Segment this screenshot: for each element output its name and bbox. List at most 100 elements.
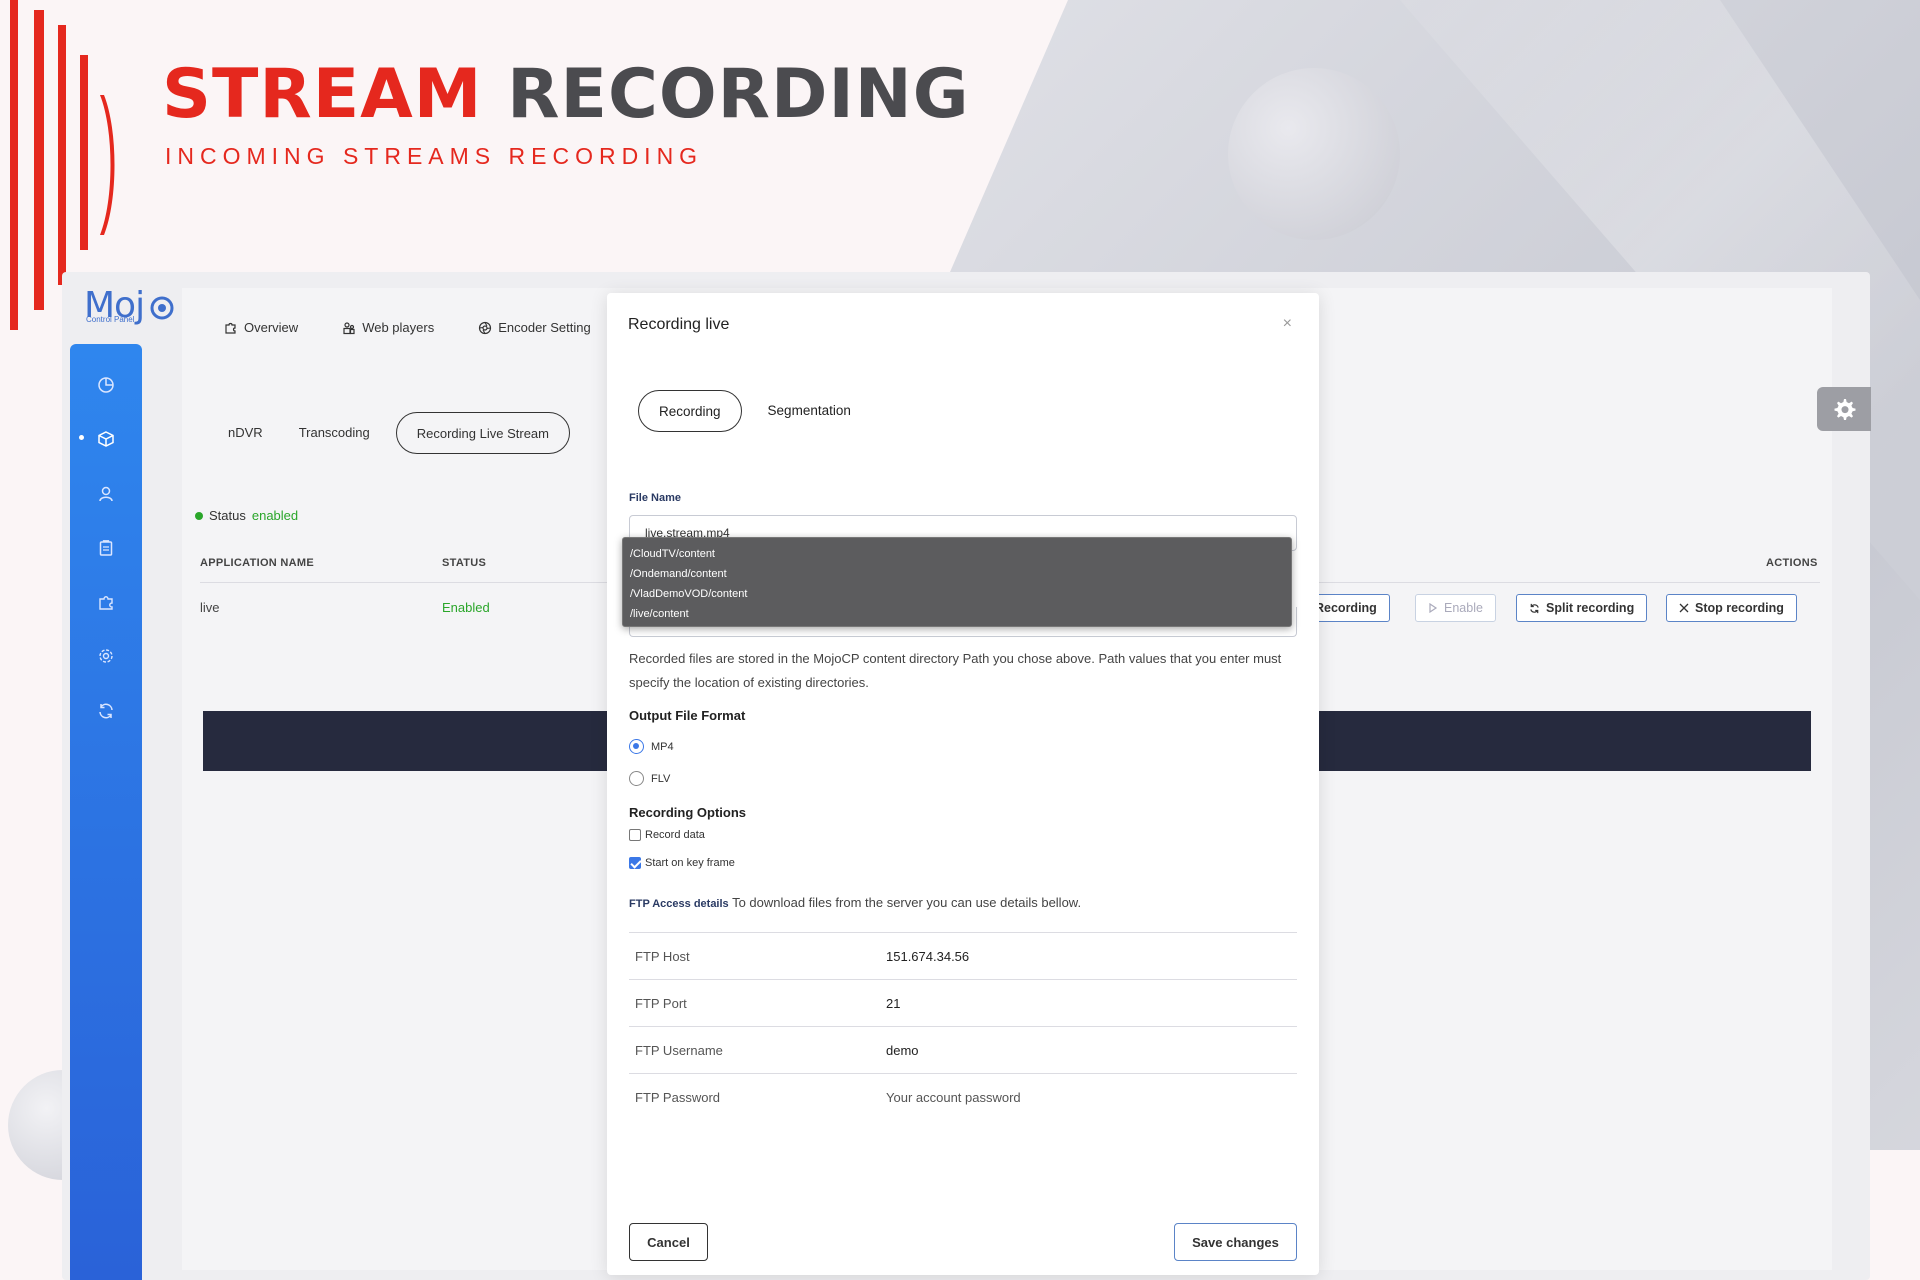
- table-row: FTP Port 21: [629, 979, 1297, 1026]
- tab-segmentation[interactable]: Segmentation: [746, 390, 873, 432]
- ftp-key: FTP Port: [635, 995, 687, 1011]
- sidebar-item-users[interactable]: [94, 482, 118, 506]
- gear-icon: [1834, 399, 1856, 420]
- close-icon: [1679, 603, 1689, 613]
- modal-title: Recording live: [628, 316, 730, 333]
- stop-recording-button[interactable]: Stop recording: [1666, 594, 1797, 622]
- output-format-title: Output File Format: [629, 708, 746, 723]
- help-text: Recorded files are stored in the MojoCP …: [629, 651, 1282, 690]
- status-label: Status: [209, 508, 246, 523]
- checkbox-start-on-key-frame[interactable]: [629, 857, 641, 869]
- split-recording-button-label: Split recording: [1546, 601, 1635, 615]
- nav-web-players[interactable]: Web players: [342, 320, 434, 335]
- logo-tagline: Control Panel: [86, 315, 135, 324]
- recording-button-label: Recording: [1315, 601, 1377, 615]
- option-label-start-on-key-frame: Start on key frame: [645, 857, 735, 869]
- column-header-status: STATUS: [442, 557, 487, 569]
- format-option-flv[interactable]: FLV: [629, 771, 670, 786]
- ftp-value: demo: [886, 1042, 919, 1058]
- cube-icon: [98, 431, 114, 447]
- cancel-button[interactable]: Cancel: [629, 1223, 708, 1261]
- settings-fab[interactable]: [1817, 387, 1871, 431]
- refresh-icon: [1530, 603, 1539, 613]
- table-row: FTP Username demo: [629, 1026, 1297, 1073]
- play-icon: [1429, 603, 1438, 613]
- sidebar: [70, 344, 142, 1280]
- sub-tabs: nDVR Transcoding Recording Live Stream: [210, 412, 570, 454]
- ftp-key: FTP Host: [635, 948, 690, 964]
- table-cell-app-name: live: [200, 600, 220, 615]
- option-label-record-data: Record data: [645, 829, 705, 841]
- dropdown-option[interactable]: /live/content: [623, 604, 1291, 624]
- ftp-key: FTP Username: [635, 1042, 723, 1058]
- logo-o-icon: [150, 296, 174, 320]
- sidebar-item-plugins[interactable]: [94, 590, 118, 614]
- active-indicator: [79, 435, 84, 440]
- option-record-data[interactable]: Record data: [629, 829, 705, 841]
- nav-encoder-setting-label: Encoder Setting: [498, 320, 591, 335]
- status-dot: [195, 511, 203, 520]
- split-recording-button[interactable]: Split recording: [1516, 594, 1648, 622]
- table-row: FTP Password Your account password: [629, 1073, 1297, 1120]
- logo[interactable]: Moj Control Panel: [84, 285, 174, 326]
- column-header-application-name: APPLICATION NAME: [200, 557, 314, 569]
- ftp-note-text: To download files from the server you ca…: [732, 895, 1082, 910]
- hero-title-dark: RECORDING: [507, 55, 970, 134]
- sidebar-item-applications[interactable]: [94, 427, 118, 451]
- ftp-note: FTP Access details To download files fro…: [629, 895, 1081, 910]
- ftp-value: Your account password: [886, 1089, 1021, 1105]
- save-changes-button[interactable]: Save changes: [1174, 1223, 1297, 1261]
- enable-button-label: Enable: [1444, 601, 1483, 615]
- sidebar-item-sync[interactable]: [94, 699, 118, 723]
- format-label-mp4: MP4: [651, 740, 674, 753]
- aperture-icon: [479, 321, 492, 334]
- dropdown-option[interactable]: /CloudTV/content: [623, 544, 1291, 564]
- tab-ndvr[interactable]: nDVR: [210, 412, 281, 454]
- enable-button[interactable]: Enable: [1415, 594, 1496, 622]
- status-indicator: Status enabled: [195, 508, 298, 523]
- modal-tabs: Recording Segmentation: [638, 390, 873, 432]
- dropdown-option[interactable]: /Ondemand/content: [623, 564, 1291, 584]
- format-option-mp4[interactable]: MP4: [629, 739, 674, 754]
- tab-transcoding[interactable]: Transcoding: [281, 412, 388, 454]
- option-start-on-key-frame[interactable]: Start on key frame: [629, 857, 735, 869]
- stop-recording-button-label: Stop recording: [1695, 601, 1784, 615]
- nav-web-players-label: Web players: [362, 320, 435, 335]
- nav-overview-label: Overview: [244, 320, 299, 335]
- sidebar-item-dashboard[interactable]: [94, 373, 118, 397]
- radio-mp4[interactable]: [629, 739, 644, 754]
- ftp-key: FTP Password: [635, 1089, 721, 1105]
- path-dropdown: /CloudTV/content /Ondemand/content /Vlad…: [622, 537, 1292, 627]
- column-header-actions: ACTIONS: [1766, 557, 1818, 569]
- pie-chart-icon: [98, 377, 114, 393]
- puzzle-icon: [99, 596, 113, 610]
- ftp-value: 21: [886, 995, 901, 1011]
- radio-flv[interactable]: [629, 771, 644, 786]
- recording-options-title: Recording Options: [629, 805, 746, 820]
- ftp-details-table: FTP Host 151.674.34.56 FTP Port 21 FTP U…: [629, 932, 1297, 1120]
- checkbox-record-data[interactable]: [629, 829, 641, 841]
- tab-recording[interactable]: Recording: [638, 390, 742, 432]
- dropdown-option[interactable]: /VladDemoVOD/content: [623, 584, 1291, 604]
- tab-recording-live-stream[interactable]: Recording Live Stream: [395, 412, 570, 454]
- hero-title-red: STREAM: [162, 55, 483, 134]
- format-label-flv: FLV: [651, 772, 671, 785]
- ftp-label: FTP Access details: [629, 898, 729, 910]
- clipboard-icon: [99, 540, 113, 556]
- puzzle-icon: [225, 322, 236, 334]
- gear-icon: [99, 649, 113, 663]
- people-icon: [343, 321, 355, 334]
- nav-encoder-setting[interactable]: Encoder Setting: [478, 320, 591, 335]
- user-icon: [99, 486, 113, 502]
- hero-subtitle: INCOMING STREAMS RECORDING: [165, 143, 704, 169]
- table-row: FTP Host 151.674.34.56: [629, 932, 1297, 979]
- hero-title: STREAM RECORDING: [162, 55, 970, 134]
- nav-overview[interactable]: Overview: [224, 320, 298, 335]
- sidebar-item-settings[interactable]: [94, 644, 118, 668]
- background-circle: [1228, 68, 1400, 240]
- sidebar-item-reports[interactable]: [94, 536, 118, 560]
- recording-modal: Recording live × Recording Segmentation …: [607, 293, 1319, 1275]
- top-navigation: Overview Web players Encoder Setting: [224, 320, 591, 335]
- status-value: enabled: [251, 508, 299, 523]
- close-button[interactable]: ×: [1283, 315, 1292, 333]
